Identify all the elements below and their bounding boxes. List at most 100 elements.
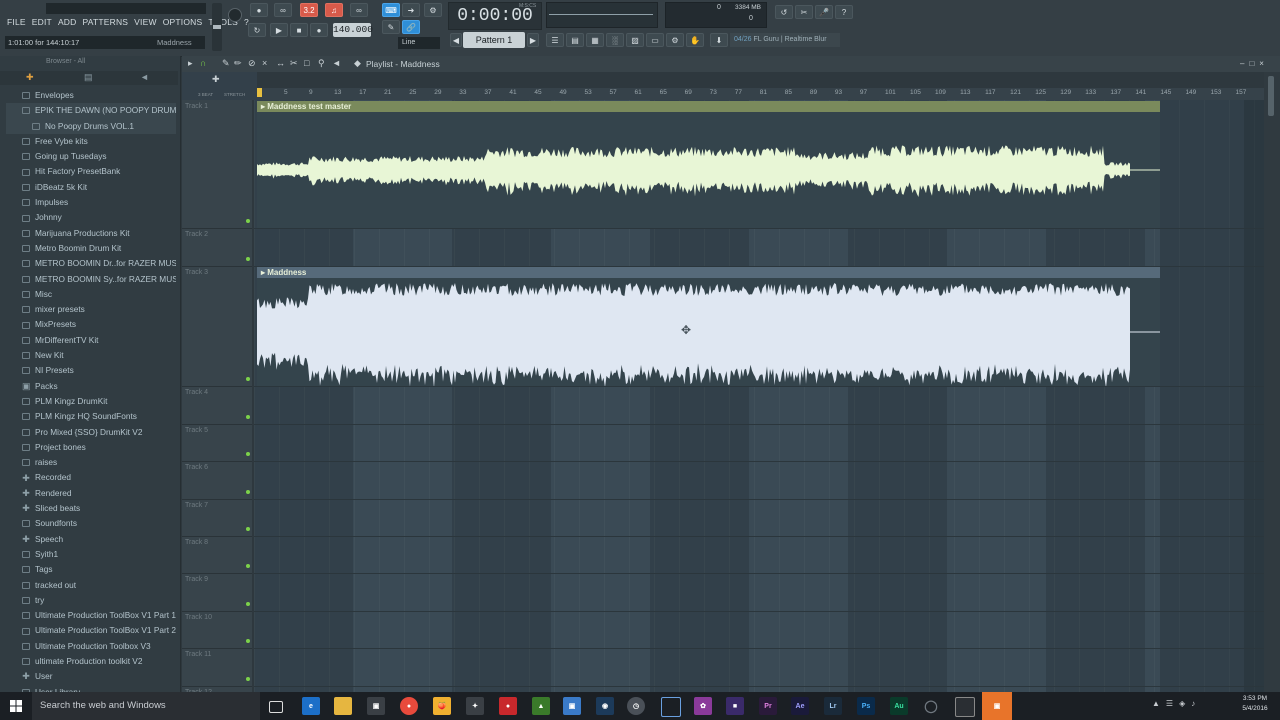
typing-keyboard-icon[interactable]: ⌨ xyxy=(382,3,400,17)
browser-folder[interactable]: ✚ User xyxy=(6,669,176,684)
pattern-selector[interactable]: Pattern 1 xyxy=(463,32,525,48)
help-icon[interactable]: ? xyxy=(835,5,853,19)
active-app-icon[interactable]: ▣ xyxy=(982,692,1012,720)
track-header[interactable]: Track 4 xyxy=(182,386,252,425)
menu-options[interactable]: OPTIONS xyxy=(160,15,206,31)
slice-tool-icon[interactable]: ✂ xyxy=(290,58,298,69)
browser-folder[interactable]: iDBeatz 5k Kit xyxy=(6,180,176,195)
track-header[interactable]: Track 7 xyxy=(182,499,252,537)
browser-add-icon[interactable]: ✚ xyxy=(26,72,34,83)
select-tool-icon[interactable]: □ xyxy=(304,58,309,68)
paint-tool-icon[interactable]: ✏ xyxy=(234,58,242,69)
browser-folder[interactable]: Hit Factory PresetBank xyxy=(6,164,176,179)
browser-icon[interactable]: ▨ xyxy=(626,33,644,47)
countdown-icon[interactable]: ∞ xyxy=(350,3,368,17)
audition-icon[interactable]: Au xyxy=(890,697,908,715)
browser-folder[interactable]: Soundfonts xyxy=(6,516,176,531)
taskbar-clock[interactable]: 3:53 PM 5/4/2016 xyxy=(1232,694,1278,714)
start-button[interactable] xyxy=(0,692,32,720)
browser-folder[interactable]: Ultimate Production Toolbox V3 xyxy=(6,639,176,654)
clip-header-maddness[interactable]: ▸ Maddness xyxy=(257,267,1160,278)
browser-folder[interactable]: try xyxy=(6,593,176,608)
track-header[interactable]: Track 1 xyxy=(182,100,252,229)
photos-icon[interactable]: ▣ xyxy=(563,697,581,715)
window-controls[interactable]: –□× xyxy=(1240,59,1269,68)
mixer-icon[interactable]: ░ xyxy=(606,33,624,47)
browser-folder[interactable]: Syith1 xyxy=(6,547,176,562)
playback-tool-icon[interactable]: ◄ xyxy=(332,58,341,68)
browser-folder[interactable]: Johnny xyxy=(6,210,176,225)
browser-folder[interactable]: Envelopes xyxy=(6,88,176,103)
link-icon[interactable]: 🔗 xyxy=(402,20,420,34)
track-header[interactable]: Track 2 xyxy=(182,228,252,267)
delete-tool-icon[interactable]: ⊘ xyxy=(248,58,256,69)
clock-app-icon[interactable]: ◷ xyxy=(627,697,645,715)
track-enable-led[interactable] xyxy=(246,677,250,681)
browser-folder[interactable]: PLM Kingz HQ SoundFonts xyxy=(6,409,176,424)
track-enable-led[interactable] xyxy=(246,639,250,643)
track-header[interactable]: Track 11 xyxy=(182,648,252,687)
scrollbar-thumb[interactable] xyxy=(1268,76,1274,116)
browser-folder[interactable]: MrDifferentTV Kit xyxy=(6,333,176,348)
master-volume-slider[interactable] xyxy=(212,3,222,51)
audio-clip-maddness[interactable] xyxy=(257,278,1160,388)
browser-folder[interactable]: METRO BOOMIN Dr..for RAZER MUSIC xyxy=(6,256,176,271)
edge-icon[interactable]: e xyxy=(302,697,320,715)
track-header[interactable]: Track 5 xyxy=(182,424,252,462)
menu-view[interactable]: VIEW xyxy=(131,15,160,31)
playhead-marker[interactable] xyxy=(257,88,262,97)
touch-icon[interactable]: ✋ xyxy=(686,33,704,47)
stop-button[interactable]: ■ xyxy=(290,23,308,37)
step-edit-icon[interactable]: ➜ xyxy=(402,3,420,17)
browser-folder[interactable]: Ultimate Production ToolBox V1 Part 1 xyxy=(6,608,176,623)
tool-icon[interactable]: ✦ xyxy=(466,697,484,715)
fl-studio-icon[interactable]: 🍑 xyxy=(433,697,451,715)
pattern-next-icon[interactable]: ▶ xyxy=(527,33,539,47)
pattern-prev-icon[interactable]: ◀ xyxy=(450,33,462,47)
system-tray-icons[interactable]: ▲☰◈♪ xyxy=(1152,699,1201,708)
loop-record-icon[interactable]: ↻ xyxy=(248,23,266,37)
track-enable-led[interactable] xyxy=(246,602,250,606)
playlist-icon[interactable]: ☰ xyxy=(546,33,564,47)
browser-folder[interactable]: Going up Tusedays xyxy=(6,149,176,164)
menu-add[interactable]: ADD xyxy=(55,15,80,31)
speaker-icon[interactable]: ◆ xyxy=(354,58,361,69)
browser-folder[interactable]: Ultimate Production ToolBox V1 Part 2 xyxy=(6,623,176,638)
browser-folder[interactable]: New Kit xyxy=(6,348,176,363)
lightroom-icon[interactable]: Lr xyxy=(824,697,842,715)
nvidia-icon[interactable]: ▲ xyxy=(532,697,550,715)
browser-folder[interactable]: Impulses xyxy=(6,195,176,210)
recording-filter-icon[interactable]: ⚙ xyxy=(424,3,442,17)
chrome-icon[interactable]: ● xyxy=(400,697,418,715)
track-enable-led[interactable] xyxy=(246,490,250,494)
track-enable-led[interactable] xyxy=(246,415,250,419)
file-explorer-icon[interactable] xyxy=(334,697,352,715)
davinci-icon[interactable]: ✿ xyxy=(694,697,712,715)
channel-rack-icon[interactable]: ▦ xyxy=(586,33,604,47)
store-icon[interactable]: ▣ xyxy=(367,697,385,715)
app-window-icon[interactable] xyxy=(955,697,975,717)
browser-folder[interactable]: ✚ Speech xyxy=(6,532,176,547)
track-enable-led[interactable] xyxy=(246,527,250,531)
news-ticker[interactable]: 04/26 FL Guru | Realtime Blur xyxy=(730,33,840,47)
metronome-icon[interactable]: 3.2 xyxy=(300,3,318,17)
browser-file-icon[interactable]: ▤ xyxy=(84,72,93,83)
browser-folder[interactable]: ✚ Sliced beats xyxy=(6,501,176,516)
browser-folder[interactable]: Free Vybe kits xyxy=(6,134,176,149)
menu-patterns[interactable]: PATTERNS xyxy=(79,15,131,31)
window-icon[interactable] xyxy=(661,697,681,717)
tempo-display[interactable]: 140.000 xyxy=(333,23,373,37)
draw-tool-icon[interactable]: ✎ xyxy=(222,58,230,69)
track-header[interactable]: Track 8 xyxy=(182,536,252,574)
audio-clip-master[interactable] xyxy=(257,112,1160,228)
record-button[interactable]: ● xyxy=(310,23,328,37)
cut-icon[interactable]: ✂ xyxy=(795,5,813,19)
premiere-icon[interactable]: Pr xyxy=(759,697,777,715)
microphone-icon[interactable]: 🎤 xyxy=(815,5,833,19)
browser-speaker-icon[interactable]: ◄ xyxy=(140,72,149,82)
photoshop-icon[interactable]: Ps xyxy=(857,697,875,715)
pattern-mode-icon[interactable]: ● xyxy=(250,3,268,17)
wait-record-icon[interactable]: ♫ xyxy=(325,3,343,17)
track-enable-led[interactable] xyxy=(246,452,250,456)
browser-folder[interactable]: ▣ Packs xyxy=(6,379,176,394)
